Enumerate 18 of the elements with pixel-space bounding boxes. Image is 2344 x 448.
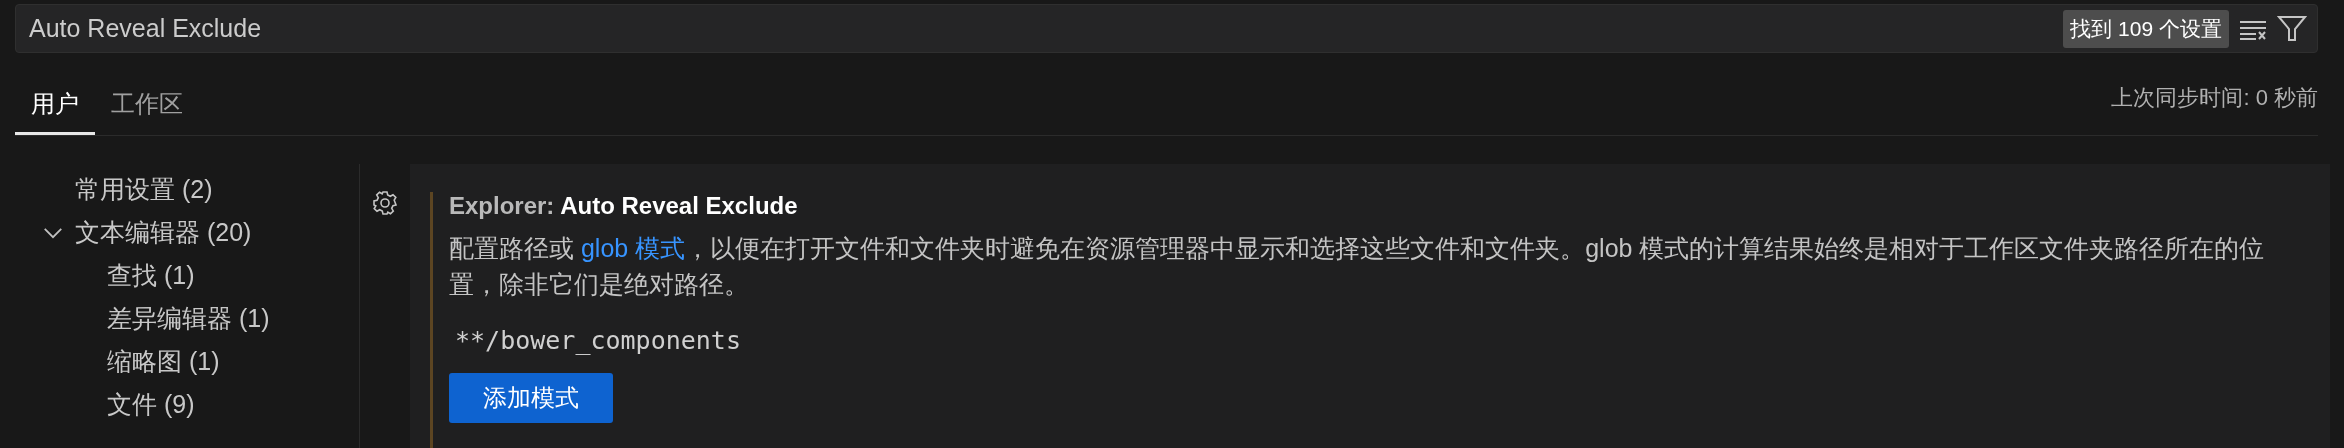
tree-item[interactable]: 文本编辑器 (20) [75,216,252,249]
pattern-item[interactable]: **/bower_components [455,326,2330,355]
tree-item[interactable]: 缩略图 (1) [107,345,220,378]
result-count: 找到 109 个设置 [2063,9,2229,48]
filter-icon[interactable] [2277,14,2307,43]
tab[interactable]: 用户 [15,88,95,135]
setting-title: Explorer: Auto Reveal Exclude [449,192,799,220]
glob-pattern-link[interactable]: glob 模式 [580,234,686,262]
tree-item[interactable]: 常用设置 (2) [75,173,213,206]
search-field[interactable]: Auto Reveal Exclude 找到 109 个设置 [15,4,2318,53]
tab[interactable]: 工作区 [95,88,199,135]
gear-icon[interactable] [372,190,398,216]
tree-item[interactable]: 差异编辑器 (1) [107,302,270,335]
setting-description: 配置路径或 glob 模式，以便在打开文件和文件夹时避免在资源管理器中显示和选择这些文件和文件夹。glob 模式的计算结果始终是相对于工作区文件夹路径所在的位置，除非它们是绝对路径。 [449,233,2266,300]
sync-status: 上次同步时间: 0 秒前 [2111,84,2318,112]
tree-item[interactable]: 文件 (9) [107,388,195,421]
tree-item[interactable]: 查找 (1) [107,259,195,292]
add-pattern-button[interactable]: 添加模式 [449,373,613,423]
